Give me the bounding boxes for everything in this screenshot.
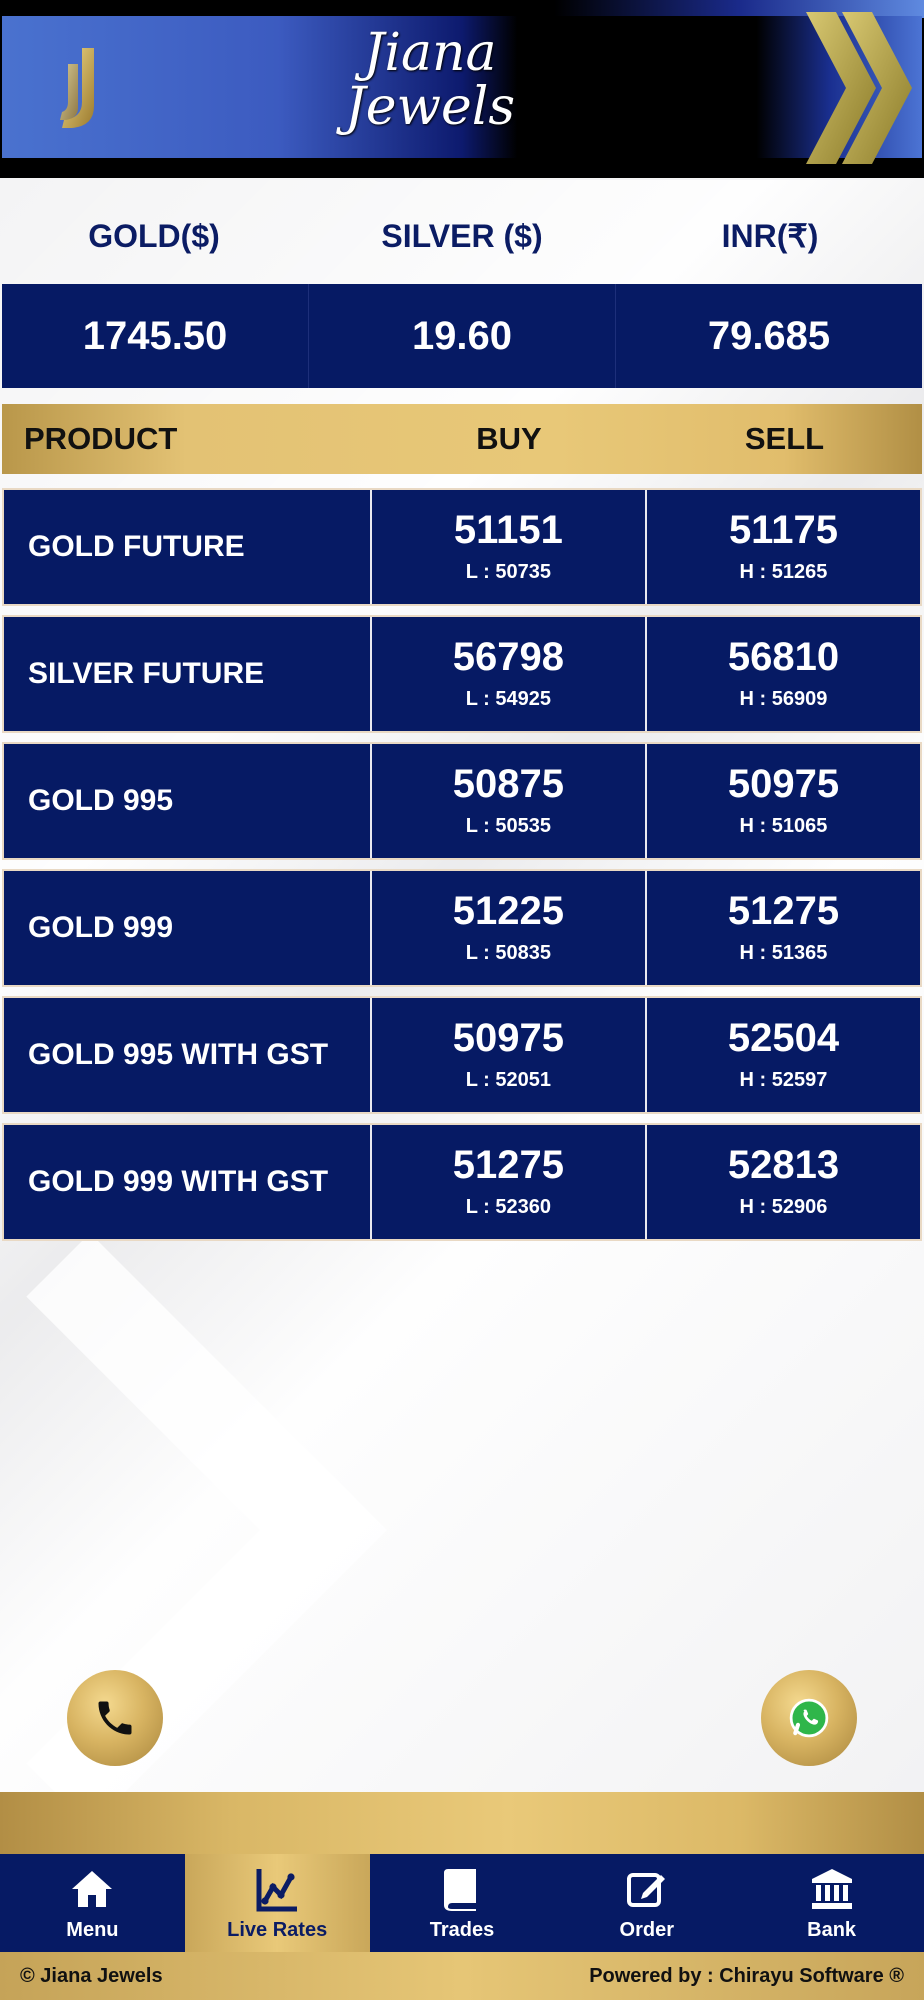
brand-line-2: Jewels: [344, 77, 516, 137]
product-name: GOLD 995: [28, 784, 174, 817]
sell-price: 56810: [727, 635, 840, 679]
rates-labels-row: GOLD($) SILVER ($) INR(₹): [0, 206, 924, 266]
call-button[interactable]: [67, 1670, 163, 1766]
phone-icon: [98, 1701, 132, 1735]
low-price: L : 54925: [465, 688, 551, 710]
chart-icon: [256, 1868, 298, 1911]
sell-column-header: SELL: [744, 421, 825, 456]
silver-rate-value: 19.60: [308, 284, 615, 388]
copyright-text: © Jiana Jewels: [20, 1965, 163, 1987]
table-row[interactable]: GOLD 995 WITH GST 50975 L : 52051 52504 …: [2, 996, 922, 1114]
buy-cell: 51151 L : 50735: [369, 490, 645, 604]
low-price: L : 50835: [465, 942, 551, 964]
buy-price: 51151: [453, 508, 563, 552]
gold-rate-value: 1745.50: [82, 314, 228, 358]
book-icon: [443, 1868, 476, 1911]
rates-values-row: 1745.50 19.60 79.685: [2, 284, 922, 388]
sell-price: 52813: [727, 1143, 840, 1187]
nav-item-live-rates[interactable]: Live Rates: [184, 1854, 370, 1952]
sell-cell: 50975 H : 51065: [644, 744, 920, 858]
product-table-header: PRODUCT BUY SELL: [2, 404, 922, 474]
buy-cell: 50875 L : 50535: [369, 744, 645, 858]
inr-rate-label: INR(₹): [721, 218, 819, 254]
app-header: Jiana Jewels: [0, 0, 924, 178]
sell-price: 51175: [728, 508, 838, 552]
buy-price: 50975: [452, 1016, 564, 1060]
gold-divider-band: [0, 1792, 924, 1854]
high-price: H : 51065: [739, 815, 828, 837]
whatsapp-button[interactable]: [761, 1670, 857, 1766]
buy-price: 56798: [452, 635, 564, 679]
bank-icon: [811, 1868, 852, 1909]
high-price: H : 52597: [739, 1069, 828, 1091]
high-price: H : 51365: [739, 942, 828, 964]
buy-cell: 51225 L : 50835: [369, 871, 645, 985]
nav-item-trades[interactable]: Trades: [370, 1854, 555, 1952]
product-name: GOLD FUTURE: [28, 530, 245, 563]
chevron-arrows-icon: [806, 12, 912, 164]
product-name: GOLD 999: [28, 911, 174, 944]
logo-mark-icon: [60, 48, 94, 128]
footer-bar: © Jiana Jewels Powered by : Chirayu Soft…: [0, 1952, 924, 2000]
sell-cell: 56810 H : 56909: [644, 617, 920, 731]
gold-rate-label: GOLD($): [88, 218, 220, 254]
sell-cell: 51275 H : 51365: [644, 871, 920, 985]
sell-price: 51275: [727, 889, 840, 933]
silver-rate-label: SILVER ($): [381, 218, 543, 254]
nav-item-order[interactable]: Order: [554, 1854, 739, 1952]
low-price: L : 52360: [465, 1196, 551, 1218]
buy-cell: 51275 L : 52360: [369, 1125, 645, 1239]
high-price: H : 52906: [739, 1196, 828, 1218]
powered-by-text: Powered by : Chirayu Software ®: [589, 1965, 904, 1987]
buy-price: 51275: [452, 1143, 564, 1187]
product-name: GOLD 995 WITH GST: [28, 1038, 329, 1071]
sell-price: 52504: [727, 1016, 840, 1060]
sell-cell: 51175 H : 51265: [644, 490, 920, 604]
sell-cell: 52504 H : 52597: [644, 998, 920, 1112]
high-price: H : 51265: [739, 561, 828, 583]
nav-label-trades: Trades: [429, 1918, 495, 1941]
edit-icon: [626, 1872, 665, 1907]
buy-cell: 50975 L : 52051: [369, 998, 645, 1112]
table-row[interactable]: GOLD 999 51225 L : 50835 51275 H : 51365: [2, 869, 922, 987]
table-row[interactable]: GOLD FUTURE 51151 L : 50735 51175 H : 51…: [2, 488, 922, 606]
bottom-nav: Menu Live Rates Trades Order Bank: [0, 1854, 924, 1952]
nav-label-bank: Bank: [807, 1918, 857, 1941]
nav-label-menu: Menu: [66, 1918, 119, 1941]
buy-price: 51225: [452, 889, 564, 933]
product-column-header: PRODUCT: [24, 421, 178, 456]
table-row[interactable]: GOLD 999 WITH GST 51275 L : 52360 52813 …: [2, 1123, 922, 1241]
product-name: GOLD 999 WITH GST: [28, 1165, 329, 1198]
sell-cell: 52813 H : 52906: [644, 1125, 920, 1239]
nav-label-live-rates: Live Rates: [227, 1918, 328, 1941]
brand-name: Jiana Jewels: [340, 26, 520, 134]
buy-cell: 56798 L : 54925: [369, 617, 645, 731]
buy-price: 50875: [452, 762, 564, 806]
table-row[interactable]: SILVER FUTURE 56798 L : 54925 56810 H : …: [2, 615, 922, 733]
table-row[interactable]: GOLD 995 50875 L : 50535 50975 H : 51065: [2, 742, 922, 860]
low-price: L : 50535: [465, 815, 551, 837]
nav-item-menu[interactable]: Menu: [0, 1854, 185, 1952]
home-icon: [72, 1870, 113, 1907]
whatsapp-icon: [789, 1698, 829, 1738]
buy-column-header: BUY: [476, 421, 542, 456]
low-price: L : 52051: [465, 1069, 551, 1091]
high-price: H : 56909: [739, 688, 828, 710]
nav-label-order: Order: [619, 1918, 675, 1941]
inr-rate-value: 79.685: [615, 284, 922, 388]
nav-item-bank[interactable]: Bank: [739, 1854, 924, 1952]
low-price: L : 50735: [465, 561, 551, 583]
sell-price: 50975: [727, 762, 840, 806]
product-name: SILVER FUTURE: [28, 657, 265, 690]
brand-line-1: Jiana: [363, 23, 497, 83]
